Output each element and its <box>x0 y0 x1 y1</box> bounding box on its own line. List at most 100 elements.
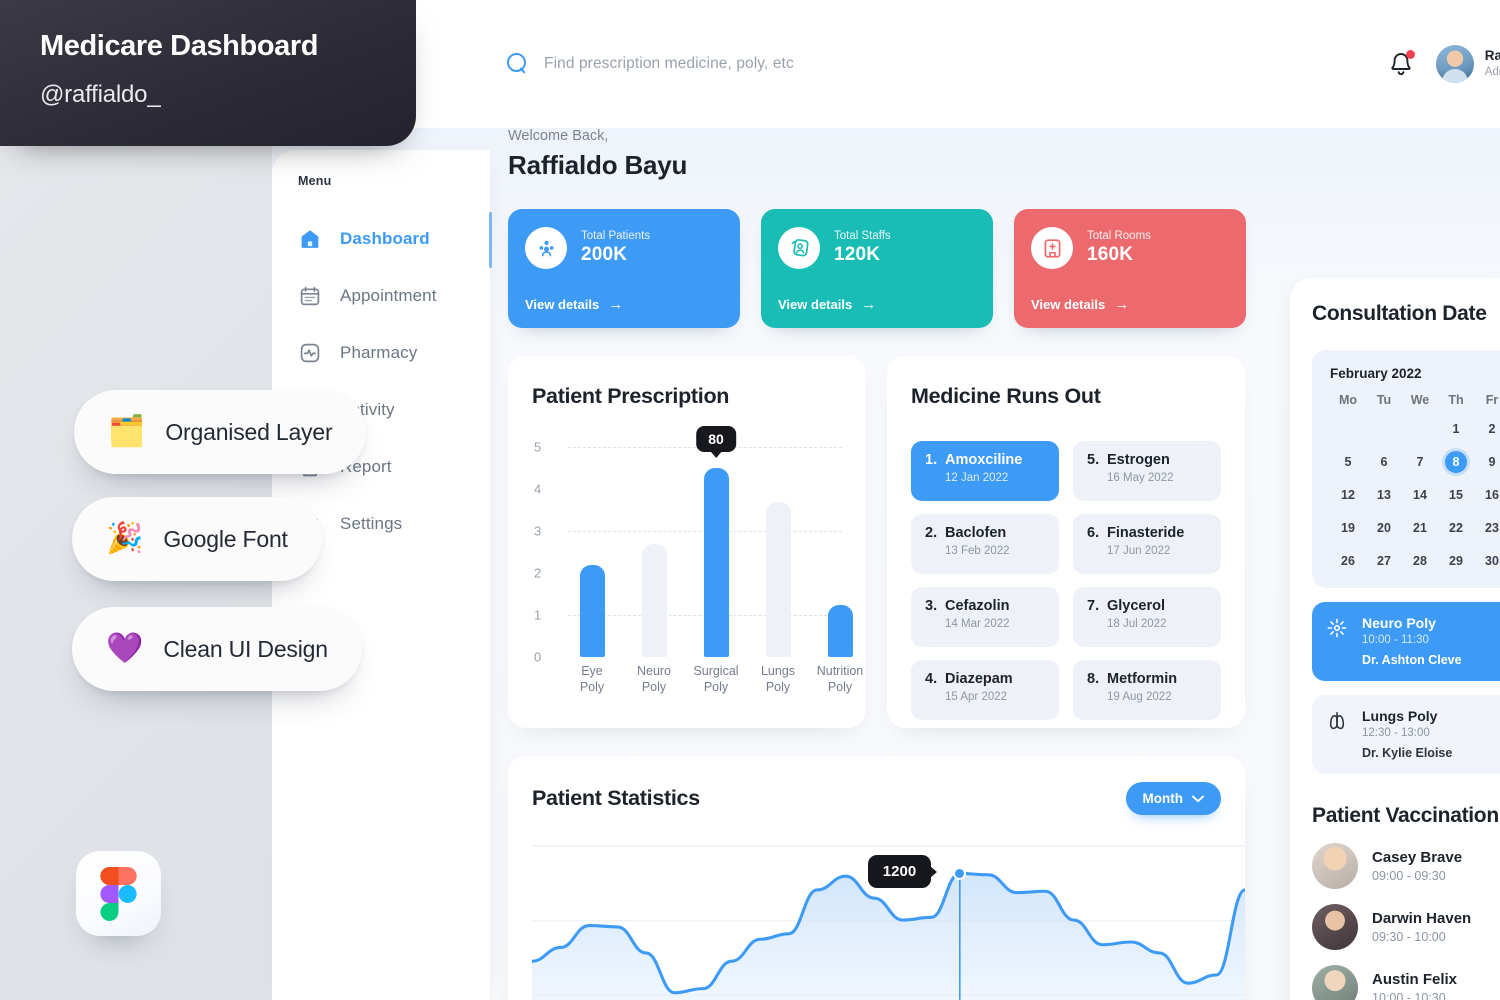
sidebar-item-pharmacy[interactable]: Pharmacy <box>298 324 490 381</box>
welcome-text: Welcome Back, <box>508 128 609 144</box>
stat-card[interactable]: Total Rooms 160K View details → <box>1014 209 1246 328</box>
bar-neuro-poly[interactable] <box>642 543 667 657</box>
purple-heart-icon: 💜 <box>106 632 144 665</box>
medicine-runs-out-panel: Medicine Runs Out 1. Amoxciline 12 Jan 202… <box>887 356 1245 728</box>
notification-dot <box>1405 50 1415 59</box>
calendar-day[interactable]: 13 <box>1366 484 1402 506</box>
calendar-day[interactable]: 6 <box>1366 451 1402 473</box>
vaccination-text: Casey Brave 09:00 - 09:30 <box>1372 849 1462 883</box>
medicine-item[interactable]: 5. Estrogen 16 May 2022 <box>1073 441 1221 501</box>
vaccination-row[interactable]: Austin Felix 10:00 - 10:30 <box>1312 965 1500 1000</box>
calendar-day[interactable]: 22 <box>1438 517 1474 539</box>
profile-menu[interactable]: Raffial Admin <box>1435 45 1500 83</box>
calendar-day[interactable]: 30 <box>1474 550 1500 572</box>
calendar-day[interactable]: 15 <box>1438 484 1474 506</box>
medicine-name-row: 3. Cefazolin <box>925 598 1045 614</box>
medicine-name-row: 7. Glycerol <box>1087 598 1207 614</box>
calendar-day[interactable]: 9 <box>1474 451 1500 473</box>
sidebar-item-dashboard[interactable]: Dashboard <box>298 210 490 267</box>
stat-card[interactable]: Total Staffs 120K View details → <box>761 209 993 328</box>
vaccination-row[interactable]: Casey Brave 09:00 - 09:30 <box>1312 843 1500 889</box>
arrow-right-icon: → <box>608 296 624 313</box>
calendar-dow: Tu <box>1376 393 1392 407</box>
vaccination-row[interactable]: Darwin Haven 09:30 - 10:00 <box>1312 904 1500 950</box>
medicine-date: 17 Jun 2022 <box>1107 545 1171 557</box>
vaccination-list: Casey Brave 09:00 - 09:30 Darwin Haven 09:3… <box>1312 843 1500 1000</box>
view-details-link[interactable]: View details → <box>1031 296 1129 313</box>
medicine-item[interactable]: 3. Cefazolin 14 Mar 2022 <box>911 587 1059 647</box>
staff-card-icon <box>778 227 820 269</box>
stat-card-text: Total Staffs 120K <box>834 230 891 266</box>
calendar-day[interactable]: 29 <box>1438 550 1474 572</box>
bell-icon[interactable] <box>1388 50 1415 78</box>
medicine-item[interactable]: 2. Baclofen 13 Feb 2022 <box>911 514 1059 574</box>
party-popper-icon: 🎉 <box>106 522 144 555</box>
medicine-name-row: 6. Finasteride <box>1087 525 1207 541</box>
month-filter-button[interactable]: Month <box>1125 782 1221 815</box>
calendar-day[interactable]: 12 <box>1330 484 1366 506</box>
view-details-link[interactable]: View details → <box>778 296 876 313</box>
calendar-day[interactable]: 20 <box>1366 517 1402 539</box>
view-details-link[interactable]: View details → <box>525 296 623 313</box>
calendar-day[interactable]: 1 <box>1438 418 1474 440</box>
appointment-text: Neuro Poly 10:00 - 11:30 Dr. Ashton Cleve <box>1362 615 1462 667</box>
bar-nutrition-poly[interactable] <box>828 604 853 657</box>
sidebar-item-appointment[interactable]: Appointment <box>298 267 490 324</box>
medicine-item[interactable]: 1. Amoxciline 12 Jan 2022 <box>911 441 1059 501</box>
medicine-name-row: 5. Estrogen <box>1087 452 1207 468</box>
stat-card-top: Total Rooms 160K <box>1031 227 1229 269</box>
calendar-day[interactable]: 28 <box>1402 550 1438 572</box>
medicine-rank: 3. <box>925 598 938 614</box>
calendar-day[interactable]: 26 <box>1330 550 1366 572</box>
calendar-icon <box>298 284 322 308</box>
vaccination-name: Austin Felix <box>1372 971 1458 988</box>
calendar-day[interactable]: 7 <box>1402 451 1438 473</box>
calendar-dow: Th <box>1448 393 1464 407</box>
statistics-header: Patient Statistics Month <box>532 782 1221 815</box>
calendar-day[interactable]: 27 <box>1366 550 1402 572</box>
stat-card-top: Total Patients 200K <box>525 227 723 269</box>
medicine-name: Glycerol <box>1107 598 1166 614</box>
appointment-name: Neuro Poly <box>1362 615 1436 631</box>
home-icon <box>298 227 322 251</box>
calendar-day[interactable]: 19 <box>1330 517 1366 539</box>
stat-card-label: Total Staffs <box>834 230 891 242</box>
figma-logo-icon <box>100 866 137 921</box>
calendar-day[interactable]: 21 <box>1402 517 1438 539</box>
medicine-item[interactable]: 8. Metformin 19 Aug 2022 <box>1073 660 1221 720</box>
medicine-item[interactable]: 6. Finasteride 17 Jun 2022 <box>1073 514 1221 574</box>
medicine-name-row: 8. Metformin <box>1087 671 1207 687</box>
top-bar: Find prescription medicine, poly, etc Ra… <box>272 0 1500 128</box>
calendar-day[interactable]: 2 <box>1474 418 1500 440</box>
medicine-rank: 4. <box>925 671 938 687</box>
calendar-day[interactable]: 5 <box>1330 451 1366 473</box>
calendar-dow: Fr <box>1485 393 1499 407</box>
calendar-day[interactable]: 16 <box>1474 484 1500 506</box>
appointment-time: 12:30 - 13:00 <box>1362 727 1430 739</box>
search-input[interactable]: Find prescription medicine, poly, etc <box>506 52 794 76</box>
medicine-name: Metformin <box>1107 671 1178 687</box>
calendar-dow: Mo <box>1338 393 1358 407</box>
stat-card-text: Total Patients 200K <box>581 230 650 266</box>
panel-title: Patient Statistics <box>532 786 700 810</box>
appointment-card[interactable]: Lungs Poly 12:30 - 13:00 Dr. Kylie Eloise <box>1312 695 1500 774</box>
sidebar-item-settings[interactable]: Settings <box>298 495 490 552</box>
medicine-item[interactable]: 7. Glycerol 18 Jul 2022 <box>1073 587 1221 647</box>
medicine-rank: 1. <box>925 452 938 468</box>
calendar-day[interactable]: 23 <box>1474 517 1500 539</box>
calendar-day[interactable]: 14 <box>1402 484 1438 506</box>
appointment-card[interactable]: Neuro Poly 10:00 - 11:30 Dr. Ashton Cleve <box>1312 602 1500 681</box>
calendar[interactable]: February 2022 MoTuWeThFrSaSu123456789101… <box>1312 350 1500 588</box>
avatar <box>1435 45 1474 83</box>
medicine-name-row: 4. Diazepam <box>925 671 1045 687</box>
calendar-day-selected[interactable]: 8 <box>1445 451 1467 473</box>
medicine-item[interactable]: 4. Diazepam 15 Apr 2022 <box>911 660 1059 720</box>
bar-lungs-poly[interactable] <box>766 501 791 657</box>
bar-tooltip: 80 <box>696 426 736 452</box>
bar-eye-poly[interactable] <box>580 564 605 657</box>
hospital-icon <box>1031 227 1073 269</box>
bar-surgical-poly[interactable] <box>704 468 729 657</box>
vaccination-name: Darwin Haven <box>1372 910 1472 927</box>
nav-scroll-indicator[interactable] <box>489 212 492 268</box>
stat-card[interactable]: Total Patients 200K View details → <box>508 209 740 328</box>
